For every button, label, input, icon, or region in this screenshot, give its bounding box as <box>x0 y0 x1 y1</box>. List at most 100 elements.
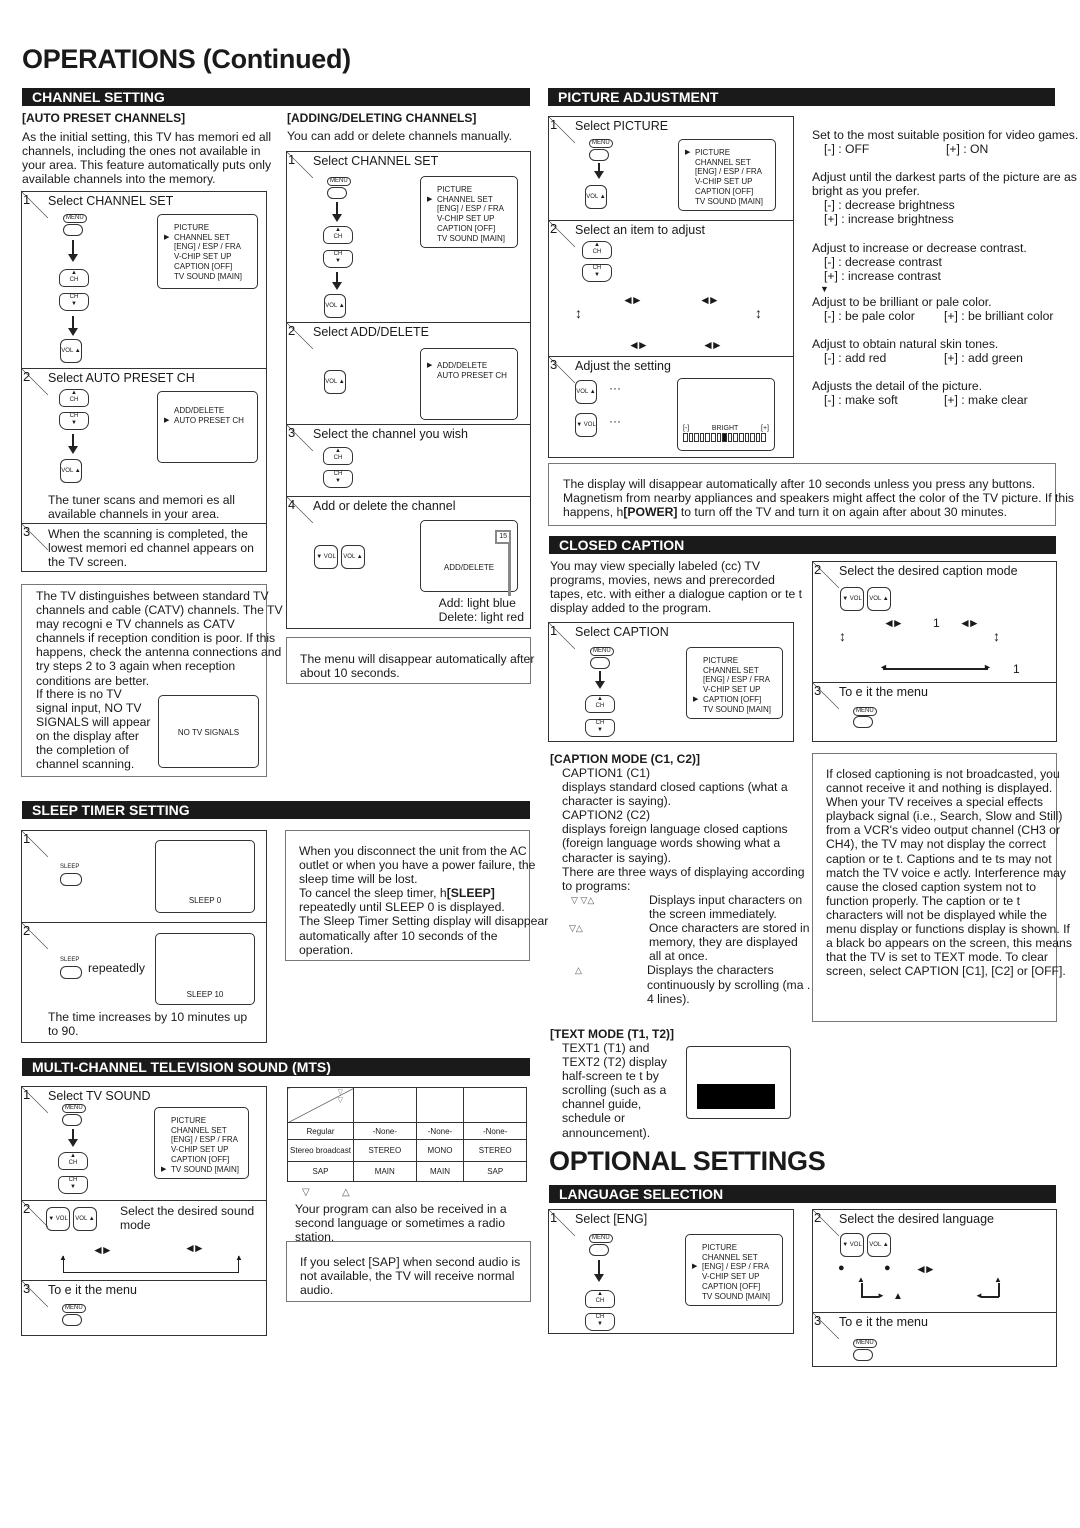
section-header-sleep-timer: SLEEP TIMER SETTING <box>22 801 530 819</box>
menu-button[interactable] <box>590 657 610 669</box>
menu-button[interactable] <box>63 224 83 236</box>
vol-up-button[interactable]: VOL ▲ <box>585 185 607 209</box>
menu-item-selected: CHANNEL SET <box>437 195 511 205</box>
closed-caption-intro: You may view specially labeled (cc) TV p… <box>550 559 803 616</box>
step-title: Select the desired sound mode <box>120 1204 255 1233</box>
step-number: 2 <box>814 562 822 577</box>
osd-sleep: SLEEP 10 <box>155 933 255 1005</box>
ch-up-button[interactable]: ▲ CH <box>323 226 353 244</box>
vol-up-button[interactable]: VOL ▲ <box>73 1207 97 1231</box>
menu-button[interactable] <box>853 1349 873 1361</box>
step-number: 1 <box>550 1210 558 1225</box>
vol-up-button[interactable]: VOL ▲ <box>324 294 346 318</box>
table-row: Regular -None- -None- -None- <box>287 1122 527 1140</box>
menu-button[interactable] <box>853 716 873 728</box>
arrow-right-icon: ► <box>983 662 992 672</box>
language-step-1: 1 Select [ENG] MENU ▲ CH CH ▼ PICTURE CHAN… <box>548 1209 794 1334</box>
level-cell <box>755 433 761 442</box>
step-title: To e it the menu <box>839 1315 928 1329</box>
vol-up-button[interactable]: VOL ▲ <box>341 545 365 569</box>
menu-item: CHANNEL SET <box>703 665 759 675</box>
menu-button[interactable] <box>589 149 609 161</box>
ch-down-button[interactable]: CH ▼ <box>585 719 615 737</box>
up-down-arrow-icon: ↕ <box>755 305 762 321</box>
vol-up-button[interactable]: VOL ▲ <box>60 459 82 483</box>
corner-line <box>981 1296 999 1298</box>
vol-down-button[interactable]: ▼ VOL <box>840 587 864 611</box>
menu-button[interactable] <box>62 1314 82 1326</box>
ch-down-button[interactable]: CH ▼ <box>323 250 353 268</box>
menu-button[interactable] <box>589 1244 609 1256</box>
ch-down-button[interactable]: CH ▼ <box>59 412 89 430</box>
vol-up-button[interactable]: VOL ▲ <box>324 370 346 394</box>
ch-up-button[interactable]: ▲ CH <box>323 447 353 465</box>
ch-down-button[interactable]: CH ▼ <box>582 264 612 282</box>
way-item: ▽△ Once characters are stored in memory, … <box>549 921 811 963</box>
ch-up-button[interactable]: ▲ CH <box>59 389 89 407</box>
menu-button[interactable] <box>62 1114 82 1126</box>
desc-text: Adjust to increase or decrease contrast. <box>812 240 1027 255</box>
desc-game: Set to the most suitable position for vi… <box>812 128 1080 156</box>
ch-up-button[interactable]: ▲ CH <box>585 1290 615 1308</box>
menu-item-selected: CHANNEL SET <box>174 233 251 243</box>
menu-item: PICTURE <box>171 1116 207 1125</box>
table-cell: SAP <box>463 1161 527 1182</box>
level-cell <box>683 433 688 442</box>
menu-item: V-CHIP SET UP <box>437 214 495 224</box>
desc-text: Adjusts the detail of the picture. <box>812 379 983 394</box>
menu-button-label: MENU <box>589 139 613 148</box>
arrow-down-icon <box>594 1260 604 1282</box>
table-cell: SAP <box>287 1161 354 1182</box>
table-cell: MONO <box>415 1139 465 1162</box>
level-cell <box>688 433 694 442</box>
mts-table: ▽ ▽ Regular -None- -None- -None- Stereo b… <box>287 1087 527 1182</box>
ch-down-button[interactable]: CH ▼ <box>59 293 89 311</box>
level-cell <box>750 433 755 442</box>
osd-add-delete: 15 ADD/DELETE <box>420 520 518 592</box>
step-title: Select [ENG] <box>575 1212 648 1226</box>
osd-bright: [-] BRIGHT [+] <box>677 378 775 451</box>
vol-up-button[interactable]: VOL ▲ <box>60 339 82 363</box>
vol-down-button[interactable]: ▼ VOL <box>314 545 338 569</box>
triangle-icons: ▽△ <box>569 923 583 934</box>
section-header-closed-caption: CLOSED CAPTION <box>549 536 1056 554</box>
step-number: 2 <box>23 369 31 384</box>
menu-item: CAPTION [OFF] <box>695 186 754 196</box>
menu-button[interactable] <box>327 187 347 199</box>
step-3: 3 Select the channel you wish ▲ CH CH ▼ <box>287 424 530 496</box>
sleep-button[interactable] <box>60 966 82 979</box>
vol-up-button[interactable]: VOL ▲ <box>867 1233 891 1257</box>
osd-sleep: SLEEP 0 <box>155 840 255 913</box>
step-2: 2 Select AUTO PRESET CH ▲ CH CH ▼ VOL ▲ AD… <box>22 368 266 523</box>
left-right-arrow-icon: ◄► <box>915 1262 936 1276</box>
note-box-caption: If closed captioning is not broadcasted,… <box>812 753 1072 1022</box>
vol-up-button[interactable]: VOL ▲ <box>867 587 891 611</box>
step-title: Select AUTO PRESET CH <box>48 371 195 385</box>
left-right-line-arrow <box>883 668 988 670</box>
ch-up-button[interactable]: ▲ CH <box>582 241 612 259</box>
note-box-sleep: When you disconnect the unit from the AC… <box>285 830 548 961</box>
sleep-button[interactable] <box>60 873 82 886</box>
step-note: The time increases by 10 minutes up to 9… <box>48 1010 248 1039</box>
plus-desc: [+] : increase brightness <box>824 212 954 227</box>
level-cell-active <box>722 433 727 442</box>
ch-up-button[interactable]: ▲ CH <box>58 1152 88 1170</box>
add-delete-title: [ADDING/DELETING CHANNELS] <box>287 111 477 125</box>
ch-down-button[interactable]: CH ▼ <box>585 1313 615 1331</box>
vol-down-button[interactable]: ▼ VOL <box>575 413 597 437</box>
table-row: Stereo broadcast STEREO MONO STEREO <box>287 1139 527 1162</box>
ch-up-button[interactable]: ▲ CH <box>585 695 615 713</box>
vol-down-button[interactable]: ▼ VOL <box>840 1233 864 1257</box>
menu-button-label: MENU <box>590 647 614 656</box>
arrow-down-icon <box>68 1129 78 1147</box>
ch-up-button[interactable]: ▲ CH <box>59 269 89 287</box>
note-line: When you disconnect the unit from the AC… <box>299 844 536 887</box>
vol-up-button[interactable]: VOL ▲ <box>575 380 597 404</box>
left-right-arrow-icon: ◄► <box>92 1243 113 1257</box>
ch-down-button[interactable]: CH ▼ <box>58 1176 88 1194</box>
osd-label: SLEEP 0 <box>188 896 222 905</box>
ch-down-button[interactable]: CH ▼ <box>323 470 353 488</box>
step-number: 3 <box>23 524 31 539</box>
vol-down-button[interactable]: ▼ VOL <box>46 1207 70 1231</box>
menu-item: [ENG] / ESP / FRA <box>174 242 241 252</box>
